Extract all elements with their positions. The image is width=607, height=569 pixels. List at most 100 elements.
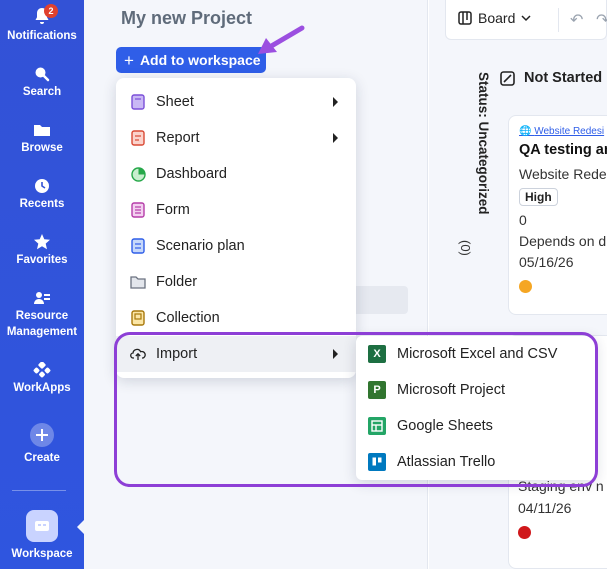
import-microsoft-project[interactable]: P Microsoft Project [356, 372, 596, 408]
menu-item-folder[interactable]: Folder [116, 264, 356, 300]
import-item-label: Microsoft Project [397, 382, 505, 398]
form-icon [130, 202, 146, 218]
report-icon [130, 130, 146, 146]
ms-project-icon: P [368, 381, 386, 399]
card-env: Staging env n [518, 478, 604, 494]
card-dependency: Depends on d [519, 233, 607, 249]
import-item-label: Atlassian Trello [397, 454, 496, 470]
menu-item-sheet[interactable]: Sheet [116, 84, 356, 120]
pointer-arrow-icon [258, 25, 305, 54]
column-header-label: Not Started [524, 70, 603, 86]
card-date: 05/16/26 [519, 254, 574, 270]
search-icon [35, 67, 50, 82]
nav-search[interactable]: Search [0, 66, 84, 100]
card-count: 0 [519, 212, 527, 228]
nav-resource-label-line2: Management [6, 326, 78, 338]
nav-recents[interactable]: Recents [0, 178, 84, 212]
priority-badge: High [519, 188, 558, 206]
plus-circle-icon [30, 423, 54, 447]
people-icon [34, 292, 50, 304]
add-to-workspace-button[interactable]: + Add to workspace [116, 47, 266, 73]
import-google-sheets[interactable]: Google Sheets [356, 408, 596, 444]
menu-item-dashboard[interactable]: Dashboard [116, 156, 356, 192]
panel-list-item-placeholder [348, 286, 408, 314]
nav-resource-management[interactable]: Resource Management [0, 290, 84, 340]
menu-item-label: Folder [156, 274, 198, 290]
status-dot [519, 280, 532, 293]
chevron-right-icon [333, 349, 338, 359]
nav-workapps[interactable]: WorkApps [0, 362, 84, 396]
import-item-label: Google Sheets [397, 418, 493, 434]
import-item-label: Microsoft Excel and CSV [397, 346, 558, 362]
nav-workapps-label: WorkApps [13, 382, 71, 394]
menu-item-label: Report [156, 130, 200, 146]
task-card[interactable]: 🌐 Website Redesi QA testing an Website R… [508, 115, 607, 315]
menu-item-form[interactable]: Form [116, 192, 356, 228]
nav-create-label: Create [24, 452, 60, 464]
status-group-label: Status: Uncategorized [476, 72, 491, 215]
redo-icon[interactable]: ↷ [596, 10, 607, 30]
nav-resource-label-line1: Resource [15, 310, 69, 322]
menu-item-collection[interactable]: Collection [116, 300, 356, 336]
chevron-right-icon [333, 133, 338, 143]
menu-item-import[interactable]: Import [116, 336, 356, 372]
card-project-name: Website Redesi [534, 126, 605, 137]
nav-recents-label: Recents [19, 198, 65, 210]
plus-icon: + [124, 50, 134, 70]
view-switcher[interactable]: Board [458, 10, 531, 26]
folder-icon [34, 125, 50, 136]
active-nav-indicator [77, 520, 84, 534]
sheet-icon [130, 94, 146, 110]
rail-divider [12, 490, 66, 491]
nav-notifications[interactable]: 2 Notifications [0, 4, 84, 44]
nav-create[interactable]: Create [0, 422, 84, 466]
card-lower-content: Staging env n 04/11/26 [518, 478, 604, 539]
collection-icon [130, 310, 146, 326]
menu-item-label: Dashboard [156, 166, 227, 182]
toolbar-divider [558, 8, 559, 32]
not-started-status-icon [500, 70, 515, 86]
nav-notifications-label: Notifications [7, 30, 77, 42]
view-label: Board [478, 10, 516, 26]
menu-item-label: Form [156, 202, 190, 218]
folder-icon [130, 274, 146, 290]
nav-favorites[interactable]: Favorites [0, 234, 84, 268]
menu-item-label: Collection [156, 310, 220, 326]
import-excel-csv[interactable]: X Microsoft Excel and CSV [356, 336, 596, 372]
nav-browse-label: Browse [21, 142, 63, 154]
import-submenu: X Microsoft Excel and CSV P Microsoft Pr… [356, 336, 596, 480]
nav-workspace-label: Workspace [11, 548, 73, 560]
dashboard-icon [130, 166, 146, 182]
menu-item-label: Sheet [156, 94, 194, 110]
status-dot [518, 526, 531, 539]
board-toolbar: Board ↶ ↷ [445, 0, 607, 40]
star-icon [34, 234, 50, 250]
google-sheets-icon [368, 417, 386, 435]
menu-item-report[interactable]: Report [116, 120, 356, 156]
project-title: My new Project [121, 8, 253, 28]
import-trello[interactable]: Atlassian Trello [356, 444, 596, 480]
excel-icon: X [368, 345, 386, 363]
nav-browse[interactable]: Browse [0, 122, 84, 156]
workspace-icon [26, 510, 58, 542]
card-subtitle: Website Rede [519, 166, 607, 182]
add-to-workspace-label: Add to workspace [139, 52, 261, 68]
undo-icon[interactable]: ↶ [570, 10, 583, 30]
scenario-plan-icon [130, 238, 146, 254]
notification-count-badge: 2 [44, 4, 58, 18]
workapps-icon [33, 362, 51, 378]
add-to-workspace-menu: Sheet Report Dashboard Form Scenario pla… [116, 78, 356, 378]
card-project-link[interactable]: 🌐 Website Redesi [519, 126, 607, 137]
card-date: 04/11/26 [518, 500, 572, 516]
clock-icon [35, 179, 49, 193]
chevron-right-icon [333, 97, 338, 107]
trello-icon [368, 453, 386, 471]
menu-item-scenario-plan[interactable]: Scenario plan [116, 228, 356, 264]
board-icon [458, 11, 472, 25]
nav-favorites-label: Favorites [16, 254, 68, 266]
left-navigation-rail: 2 Notifications Search Browse Recents Fa… [0, 0, 84, 569]
column-header-not-started[interactable]: Not Started [500, 70, 602, 86]
menu-item-label: Import [156, 346, 198, 362]
nav-workspace[interactable]: Workspace [0, 510, 84, 562]
card-title: QA testing an [519, 142, 607, 158]
